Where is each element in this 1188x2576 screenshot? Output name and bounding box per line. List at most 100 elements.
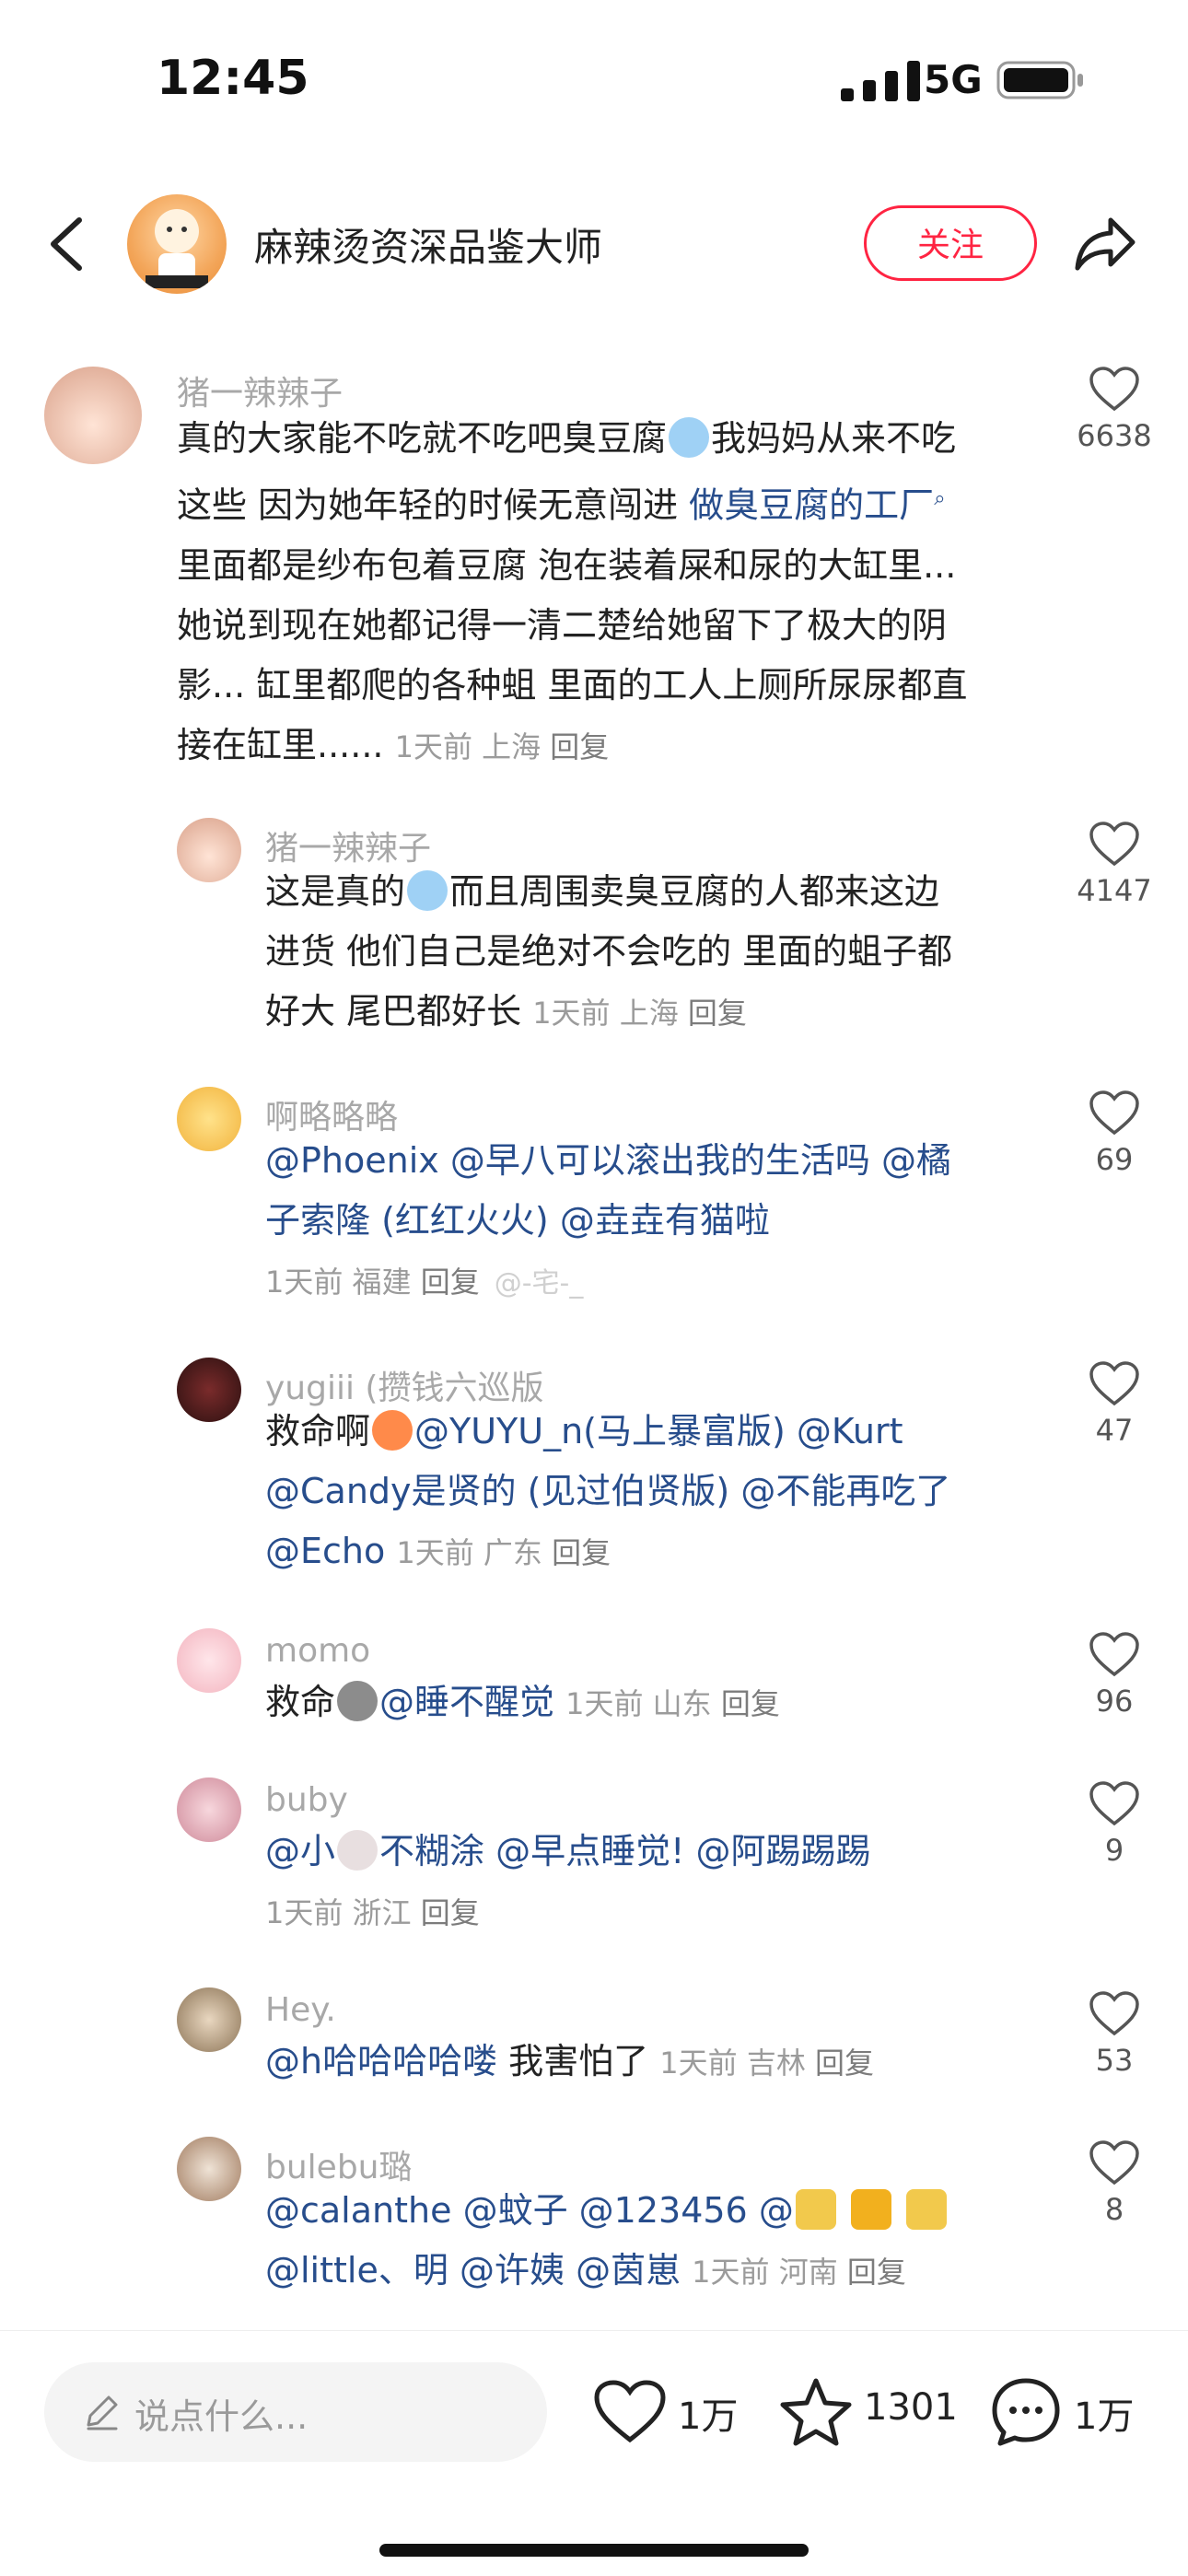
status-time: 12:45 [157, 51, 309, 106]
back-arrow-icon[interactable] [44, 215, 90, 274]
mention-link[interactable]: @睡不醒觉 [379, 1682, 554, 1722]
commenter-avatar[interactable] [177, 1778, 241, 1842]
mention-link[interactable]: @许姨 [460, 2250, 565, 2290]
mention-link[interactable]: @小 不糊涂 [265, 1830, 484, 1871]
comment-text: 救命啊 @YUYU_n(马上暴富版) @Kurt @Candy是贤的 (见过伯贤版… [265, 1410, 951, 1571]
home-indicator[interactable] [379, 2544, 809, 2557]
commenter-avatar[interactable] [177, 1628, 241, 1693]
like-count: 9 [1104, 1833, 1124, 1868]
author-name[interactable]: 麻辣烫资深品鉴大师 [254, 216, 602, 273]
heart-icon [1089, 367, 1139, 412]
heart-icon [1089, 1632, 1139, 1677]
reply-button[interactable]: 回复 [721, 1686, 780, 1721]
share-icon[interactable] [1072, 211, 1138, 277]
like-count: 6638 [1077, 418, 1152, 453]
mention-link[interactable]: @calanthe [265, 2190, 451, 2231]
like-button[interactable]: 9 [1064, 1781, 1165, 1868]
comment-meta: 1天前 上海 回复 [394, 729, 610, 764]
reply-button[interactable]: 回复 [421, 1265, 480, 1300]
commenter-avatar[interactable] [177, 1358, 241, 1422]
like-post-button[interactable]: 1万 [593, 2366, 750, 2458]
reply-button[interactable]: 回复 [421, 1895, 480, 1930]
mention-link[interactable]: @Candy是贤的 (见过伯贤版) [265, 1471, 729, 1511]
reply-button[interactable]: 回复 [688, 996, 747, 1031]
comment-meta: 1天前 河南 回复 [692, 2255, 906, 2290]
mention-link[interactable]: @YUYU_n(马上暴富版) [414, 1411, 786, 1451]
like-count: 8 [1104, 2192, 1124, 2227]
comment-text: 这是真的 而且周围卖臭豆腐的人都来这边 进货 他们自己是绝对不会吃的 里面的蛆子都… [265, 870, 953, 1032]
mention-link[interactable]: @早点睡觉! [495, 1831, 684, 1871]
like-button[interactable]: 53 [1064, 1991, 1165, 2078]
like-count: 4147 [1077, 873, 1152, 908]
follow-button[interactable]: 关注 [864, 205, 1037, 281]
comment-meta: 1天前 浙江 回复 [265, 1895, 480, 1930]
star-icon [780, 2378, 852, 2446]
author-avatar-figure-icon [146, 209, 208, 288]
heart-icon [1089, 822, 1139, 867]
mention-link[interactable]: @蚊子 [463, 2190, 568, 2231]
crying-emoji-icon [407, 870, 448, 911]
mention-link[interactable]: @Kurt [797, 1411, 903, 1451]
like-button[interactable]: 6638 [1064, 367, 1165, 453]
mention-link[interactable]: @早八可以滚出我的生活吗 [450, 1140, 870, 1181]
heart-icon [594, 2380, 666, 2443]
comment-text: @小 不糊涂 @早点睡觉! @阿踢踢踢 1天前 浙江 回复 [265, 1822, 1039, 1943]
reply-button[interactable]: 回复 [550, 729, 609, 764]
commenter-name[interactable]: Hey. [265, 1991, 336, 2029]
commenter-avatar[interactable] [44, 367, 142, 464]
like-count: 53 [1095, 2043, 1134, 2078]
commenter-avatar[interactable] [177, 1987, 241, 2052]
mention-link[interactable]: @茵崽 [576, 2250, 681, 2290]
mention-link[interactable]: @little、明 [265, 2250, 448, 2290]
mention-link[interactable]: @h哈哈哈哈喽 [265, 2041, 497, 2081]
mention-link[interactable]: @123456 [579, 2190, 748, 2231]
mention-link[interactable]: @垚垚有猫啦 [560, 1200, 770, 1241]
comments-button[interactable]: 1万 [989, 2366, 1155, 2458]
mention-link[interactable]: @阿踢踢踢 [695, 1831, 870, 1871]
search-icon[interactable]: ⌕ [934, 487, 945, 510]
commenter-name[interactable]: buby [265, 1781, 348, 1819]
commenter-avatar[interactable] [177, 1087, 241, 1151]
post-like-count: 1万 [678, 2395, 739, 2438]
like-count: 96 [1095, 1684, 1134, 1719]
comment-input[interactable]: 说点什么... [44, 2362, 547, 2462]
like-button[interactable]: 47 [1064, 1361, 1165, 1448]
like-button[interactable]: 96 [1064, 1632, 1165, 1719]
comment-count: 1万 [1074, 2395, 1135, 2438]
commenter-avatar[interactable] [177, 2137, 241, 2201]
commenter-name[interactable]: momo [265, 1632, 370, 1670]
commenter-name[interactable]: 猪一辣辣子 [177, 367, 343, 414]
comment-text: @Phoenix @早八可以滚出我的生活吗 @橘 子索隆 (红红火火) @垚垚有… [265, 1131, 1039, 1313]
cellular-signal-icon [841, 61, 920, 101]
heart-icon [1089, 2140, 1139, 2186]
battery-icon [996, 61, 1083, 99]
author-avatar[interactable] [127, 194, 227, 294]
reply-button[interactable]: 回复 [847, 2255, 906, 2290]
comment-text: @h哈哈哈哈喽 我害怕了 1天前 吉林 回复 [265, 2041, 875, 2081]
comment-text: 真的大家能不吃就不吃吧臭豆腐 我妈妈从来不吃 这些 因为她年轻的时候无意闯进 做臭… [177, 417, 968, 765]
like-button[interactable]: 4147 [1064, 822, 1165, 908]
mention-link[interactable]: @ [759, 2189, 949, 2231]
favorite-button[interactable]: 1301 [779, 2366, 963, 2458]
mention-link[interactable]: @Echo [265, 1531, 385, 1571]
lock-emoji-icon [795, 2189, 836, 2230]
commenter-avatar[interactable] [177, 818, 241, 882]
comment-text: 救命 @睡不醒觉 1天前 山东 回复 [265, 1681, 780, 1722]
comment-meta: 1天前 广东 回复 [396, 1535, 611, 1570]
comment-meta: 1天前 上海 回复 [532, 996, 747, 1031]
search-link[interactable]: 做臭豆腐的工厂 [689, 485, 934, 526]
mention-link[interactable]: @不能再吃了 [740, 1471, 950, 1511]
comment-placeholder[interactable]: 说点什么... [134, 2388, 308, 2439]
network-type: 5G [924, 57, 983, 102]
mention-link[interactable]: @橘 [881, 1140, 951, 1181]
heart-icon [1089, 1991, 1139, 2036]
crying-emoji-icon [669, 417, 710, 458]
reply-button[interactable]: 回复 [552, 1535, 611, 1570]
like-button[interactable]: 69 [1064, 1090, 1165, 1177]
mention-link[interactable]: 子索隆 (红红火火) [265, 1200, 549, 1241]
mention-link[interactable]: @Phoenix [265, 1140, 439, 1181]
post-header: 麻辣烫资深品鉴大师 关注 [0, 189, 1188, 299]
reply-button[interactable]: 回复 [815, 2046, 874, 2081]
like-button[interactable]: 8 [1064, 2140, 1165, 2227]
status-bar: 12:45 5G [0, 0, 1188, 157]
